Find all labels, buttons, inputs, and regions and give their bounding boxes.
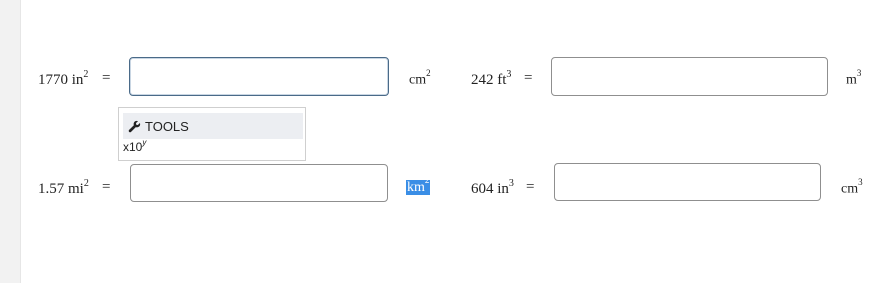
answer-input-3[interactable] [130, 164, 388, 202]
scientific-notation-tool[interactable]: x10y [123, 138, 146, 154]
equals-sign: = [526, 179, 535, 195]
given-value: 1.57 [38, 181, 65, 197]
given-unit: mi [68, 181, 84, 197]
answer-input-4[interactable] [554, 163, 821, 201]
problem-3-given: 1.57 mi2 [38, 178, 89, 198]
given-exponent: 2 [83, 69, 89, 80]
problem-4-given: 604 in3 [471, 178, 514, 198]
answer-input-1[interactable] [129, 57, 389, 96]
equals-sign: = [102, 179, 111, 195]
given-exponent: 2 [83, 178, 89, 189]
given-unit: in [497, 181, 509, 197]
equals-sign: = [102, 70, 111, 86]
target-unit-3-selected: km2 [406, 175, 431, 195]
given-value: 242 [471, 72, 494, 88]
target-unit-4: cm3 [841, 177, 863, 197]
problem-1-given: 1770 in2 [38, 69, 89, 89]
tools-popup: TOOLS x10y [118, 107, 306, 161]
equals-sign: = [524, 70, 533, 86]
given-unit: in [71, 72, 84, 88]
given-exponent: 3 [506, 69, 512, 80]
given-value: 1770 [38, 72, 68, 88]
wrench-icon [128, 120, 141, 132]
given-value: 604 [471, 181, 494, 197]
answer-input-2[interactable] [551, 57, 828, 96]
problem-2-given: 242 ft3 [471, 69, 512, 89]
tools-menu-header[interactable]: TOOLS [123, 113, 303, 139]
tools-label: TOOLS [145, 118, 189, 134]
given-exponent: 3 [508, 178, 514, 189]
target-unit-1: cm2 [409, 68, 431, 88]
target-unit-2: m3 [846, 68, 862, 88]
